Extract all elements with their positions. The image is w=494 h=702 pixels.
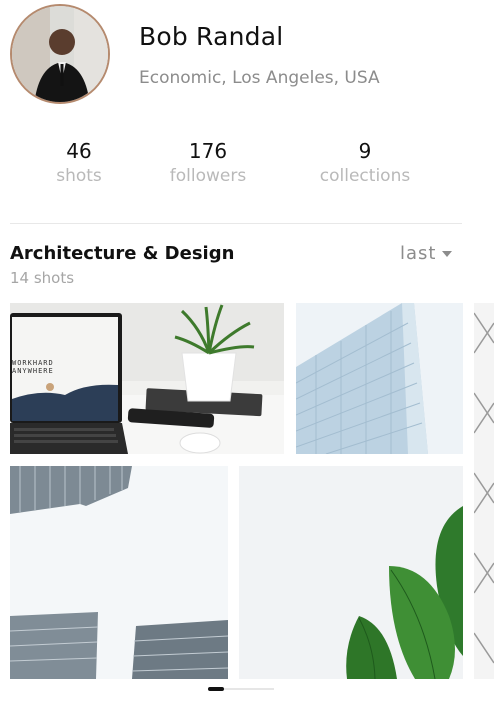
profile-location: Economic, Los Angeles, USA: [139, 68, 380, 88]
glass-building-partial-image: [474, 303, 494, 679]
avatar-photo: [12, 6, 108, 102]
avatar[interactable]: [10, 4, 110, 104]
laptop-text-line: WORKHARD: [12, 359, 54, 367]
stat-value: 46: [66, 139, 92, 163]
stat-label: collections: [319, 166, 411, 186]
skyscrapers-image: [10, 466, 228, 679]
caret-down-icon: [442, 251, 453, 257]
stat-value: 9: [358, 139, 372, 163]
stat-collections[interactable]: 9 collections: [305, 138, 425, 188]
stat-followers[interactable]: 176 followers: [158, 138, 258, 188]
stat-label: shots: [56, 166, 102, 186]
stat-shots[interactable]: 46 shots: [46, 138, 112, 188]
collection-count: 14 shots: [10, 269, 75, 287]
scroll-thumb[interactable]: [208, 687, 224, 691]
divider: [10, 223, 462, 224]
profile-name: Bob Randal: [139, 22, 284, 51]
shot-thumbnail[interactable]: [474, 303, 494, 679]
laptop-screen-text: WORKHARD ANYWHERE: [12, 359, 54, 375]
shot-thumbnail[interactable]: [10, 466, 228, 679]
stat-value: 176: [188, 139, 228, 163]
stat-label: followers: [169, 166, 247, 186]
shot-thumbnail[interactable]: [239, 466, 463, 679]
green-leaf-image: [239, 466, 463, 679]
shot-thumbnail[interactable]: [296, 303, 463, 454]
shot-thumbnail[interactable]: WORKHARD ANYWHERE: [10, 303, 284, 454]
laptop-plant-image: [10, 303, 284, 454]
laptop-text-line: ANYWHERE: [12, 367, 54, 375]
sort-dropdown[interactable]: last: [400, 243, 453, 264]
collection-title: Architecture & Design: [10, 243, 235, 264]
glass-building-image: [296, 303, 463, 454]
sort-label: last: [400, 243, 437, 264]
